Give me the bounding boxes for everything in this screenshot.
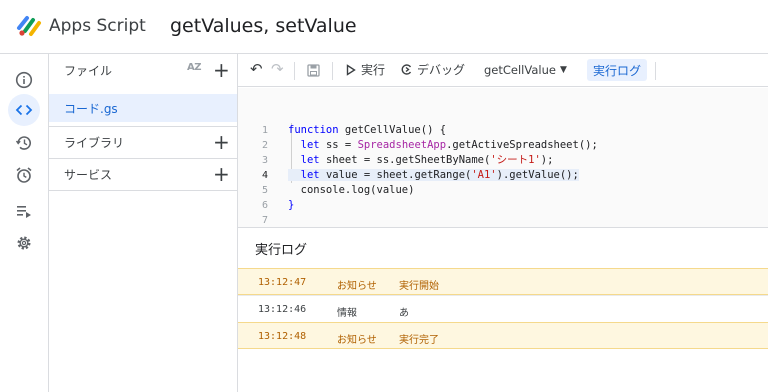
code-line: 6} <box>238 183 768 211</box>
log-time: 13:12:46 <box>258 304 307 315</box>
log-level: 情報 <box>337 308 357 319</box>
code-line: 3 let sheet = ss.getSheetByName('シート1'); <box>238 138 768 166</box>
code-line: 1 function getCellValue() { <box>238 108 768 136</box>
add-service-button[interactable]: + <box>213 164 230 184</box>
log-title: 実行ログ <box>255 243 308 258</box>
line-number: 7 <box>261 215 268 226</box>
info-icon <box>15 71 33 89</box>
log-message: 実行開始 <box>399 281 439 292</box>
sort-az-icon[interactable]: AZ <box>187 62 202 73</box>
log-message: あ <box>399 308 409 319</box>
code-line-current: 4 let value = sheet.getRange('A1').getVa… <box>238 153 768 181</box>
debug-button[interactable]: デバッグ <box>400 61 465 78</box>
toolbar-divider <box>332 62 333 80</box>
triggers-button[interactable] <box>8 159 40 191</box>
execution-log-panel: 実行ログ 13:12:47 お知らせ 実行開始 13:12:46 情報 あ 13… <box>238 227 768 392</box>
log-level: お知らせ <box>337 281 377 292</box>
code-icon <box>15 104 33 116</box>
code-editor[interactable]: 1 function getCellValue() { 2 let ss = Sp… <box>238 88 768 227</box>
project-settings-button[interactable] <box>8 227 40 259</box>
log-time: 13:12:48 <box>258 331 307 342</box>
file-item-code-gs[interactable]: コード.gs <box>49 94 237 122</box>
debug-icon <box>401 64 412 75</box>
function-select-value: getCellValue <box>484 63 556 77</box>
settings-icon <box>17 236 31 250</box>
overview-button[interactable] <box>8 64 40 96</box>
history-button[interactable] <box>8 127 40 159</box>
divider <box>49 190 237 191</box>
project-title[interactable]: getValues, setValue <box>170 15 357 37</box>
app-header: Apps Script getValues, setValue <box>0 0 768 54</box>
libraries-row: ライブラリ + <box>49 126 237 158</box>
apps-script-logo-icon[interactable] <box>16 14 44 38</box>
history-icon <box>15 136 31 150</box>
execution-log-button[interactable]: 実行ログ <box>587 59 647 81</box>
log-time: 13:12:47 <box>258 277 307 288</box>
log-row: 13:12:46 情報 あ <box>238 295 768 322</box>
dropdown-arrow-icon: ▼ <box>559 65 567 75</box>
redo-button[interactable]: ↷ <box>271 60 284 78</box>
save-icon[interactable] <box>307 64 320 77</box>
log-row: 13:12:48 お知らせ 実行完了 <box>238 322 768 349</box>
add-library-button[interactable]: + <box>213 132 230 152</box>
left-nav-rail <box>0 54 49 392</box>
app-name: Apps Script <box>49 16 146 36</box>
code-line: 2 let ss = SpreadsheetApp.getActiveSprea… <box>238 123 768 151</box>
executions-button[interactable] <box>8 195 40 227</box>
log-row: 13:12:47 お知らせ 実行開始 <box>238 268 768 295</box>
execution-log-label: 実行ログ <box>592 63 641 78</box>
executions-icon <box>17 206 31 218</box>
services-label: サービス <box>64 167 113 182</box>
run-label: 実行 <box>361 63 386 77</box>
function-select[interactable]: getCellValue ▼ <box>484 63 567 77</box>
files-label: ファイル <box>64 63 113 78</box>
editor-button[interactable] <box>8 94 40 126</box>
toolbar-divider <box>655 62 656 80</box>
run-button[interactable]: 実行 <box>346 61 385 78</box>
add-file-button[interactable]: + <box>213 60 230 80</box>
toolbar-divider <box>294 62 295 80</box>
code-line: 7 <box>238 198 768 226</box>
log-level: お知らせ <box>337 335 377 346</box>
files-panel: ファイル AZ + コード.gs ライブラリ + サービス + <box>49 54 238 392</box>
debug-label: デバッグ <box>417 63 466 77</box>
log-message: 実行完了 <box>399 335 439 346</box>
editor-toolbar: ↶ ↷ 実行 デバッグ getCellValue ▼ 実行ログ <box>238 54 768 87</box>
alarm-icon <box>16 167 32 183</box>
code-line: 5 console.log(value) <box>238 168 768 196</box>
services-row: サービス + <box>49 158 237 190</box>
libraries-label: ライブラリ <box>64 135 125 150</box>
files-header: ファイル AZ + <box>49 54 237 86</box>
undo-button[interactable]: ↶ <box>250 60 263 78</box>
file-name: コード.gs <box>64 102 118 116</box>
play-icon <box>346 63 356 76</box>
